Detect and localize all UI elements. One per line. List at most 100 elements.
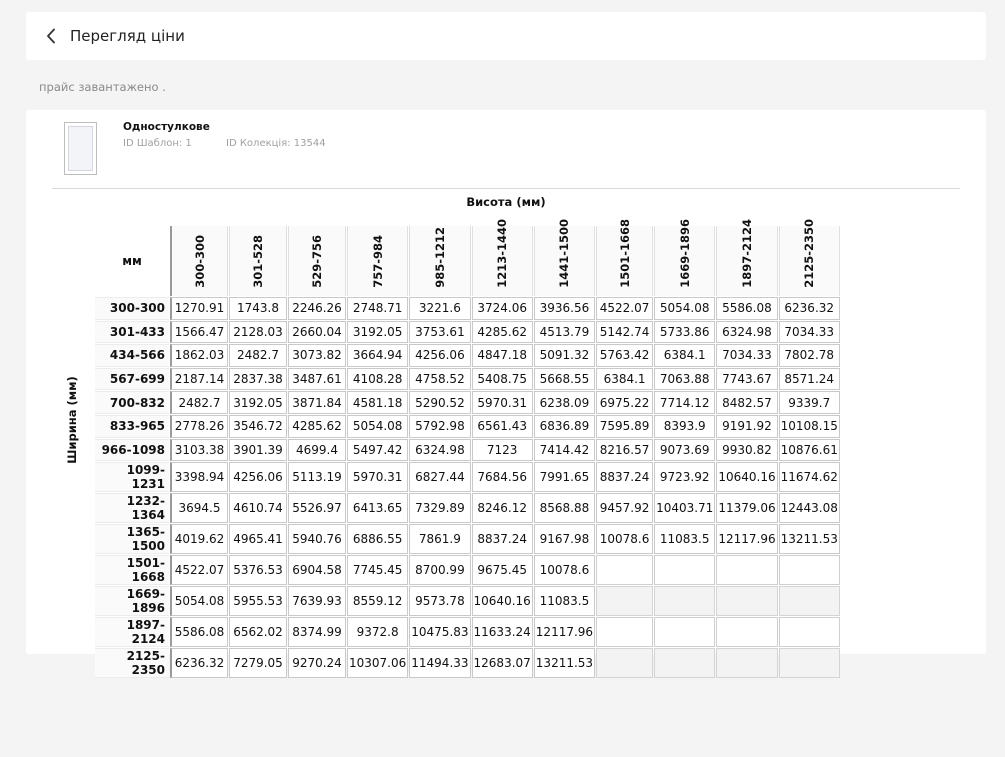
price-cell[interactable]: 8374.99 (288, 617, 346, 648)
price-cell[interactable]: 5940.76 (288, 524, 346, 555)
price-cell[interactable]: 5054.08 (347, 414, 409, 438)
price-cell[interactable]: 6236.32 (778, 297, 840, 320)
price-cell[interactable]: 3724.06 (471, 297, 533, 320)
price-cell[interactable]: 3103.38 (170, 438, 228, 462)
price-cell[interactable]: 9073.69 (654, 438, 716, 462)
price-cell[interactable]: 2482.7 (170, 391, 228, 414)
empty-price-cell[interactable] (654, 617, 716, 648)
price-cell[interactable]: 8568.88 (533, 493, 596, 524)
price-cell[interactable]: 11083.5 (533, 586, 596, 617)
price-cell[interactable]: 12117.96 (716, 524, 778, 555)
price-cell[interactable]: 3694.5 (170, 493, 228, 524)
price-cell[interactable]: 5586.08 (170, 617, 228, 648)
price-cell[interactable]: 1743.8 (229, 297, 287, 320)
price-cell[interactable]: 3487.61 (288, 367, 346, 391)
price-cell[interactable]: 4581.18 (347, 391, 409, 414)
price-cell[interactable]: 4522.07 (170, 555, 228, 586)
price-cell[interactable]: 7684.56 (471, 462, 533, 493)
price-cell[interactable]: 7743.67 (716, 367, 778, 391)
price-cell[interactable]: 9372.8 (347, 617, 409, 648)
price-cell[interactable]: 6413.65 (347, 493, 409, 524)
price-cell[interactable]: 4965.41 (229, 524, 287, 555)
price-cell[interactable]: 4256.06 (409, 344, 471, 367)
price-cell[interactable]: 7991.65 (533, 462, 596, 493)
price-cell[interactable]: 8837.24 (596, 462, 654, 493)
price-cell[interactable]: 6904.58 (288, 555, 346, 586)
price-cell[interactable]: 8571.24 (778, 367, 840, 391)
price-cell[interactable]: 8393.9 (654, 414, 716, 438)
price-cell[interactable]: 2187.14 (170, 367, 228, 391)
price-cell[interactable]: 8216.57 (596, 438, 654, 462)
price-cell[interactable]: 2128.03 (229, 320, 287, 344)
price-cell[interactable]: 9167.98 (533, 524, 596, 555)
price-cell[interactable]: 1270.91 (170, 297, 228, 320)
price-cell[interactable]: 8482.57 (716, 391, 778, 414)
price-cell[interactable]: 4513.79 (533, 320, 596, 344)
price-cell[interactable]: 2246.26 (288, 297, 346, 320)
price-cell[interactable]: 7595.89 (596, 414, 654, 438)
price-cell[interactable]: 2748.71 (347, 297, 409, 320)
price-cell[interactable]: 7639.93 (288, 586, 346, 617)
price-cell[interactable]: 5408.75 (471, 367, 533, 391)
price-cell[interactable]: 13211.53 (778, 524, 840, 555)
price-cell[interactable]: 6836.89 (533, 414, 596, 438)
price-cell[interactable]: 3936.56 (533, 297, 596, 320)
empty-price-cell[interactable] (596, 617, 654, 648)
price-cell[interactable]: 5763.42 (596, 344, 654, 367)
price-cell[interactable]: 7123 (471, 438, 533, 462)
price-cell[interactable]: 3753.61 (409, 320, 471, 344)
price-cell[interactable]: 6827.44 (409, 462, 471, 493)
price-cell[interactable]: 5668.55 (533, 367, 596, 391)
price-cell[interactable]: 5091.32 (533, 344, 596, 367)
price-cell[interactable]: 5970.31 (471, 391, 533, 414)
price-cell[interactable]: 6561.43 (471, 414, 533, 438)
empty-price-cell[interactable] (778, 586, 840, 617)
back-button[interactable] (42, 27, 60, 45)
price-cell[interactable]: 5376.53 (229, 555, 287, 586)
empty-price-cell[interactable] (654, 586, 716, 617)
price-cell[interactable]: 3192.05 (347, 320, 409, 344)
price-cell[interactable]: 8246.12 (471, 493, 533, 524)
empty-price-cell[interactable] (716, 555, 778, 586)
price-cell[interactable]: 6384.1 (654, 344, 716, 367)
price-cell[interactable]: 10876.61 (778, 438, 840, 462)
price-cell[interactable]: 3192.05 (229, 391, 287, 414)
price-cell[interactable]: 9723.92 (654, 462, 716, 493)
price-cell[interactable]: 11674.62 (778, 462, 840, 493)
price-cell[interactable]: 6975.22 (596, 391, 654, 414)
price-cell[interactable]: 9191.92 (716, 414, 778, 438)
price-cell[interactable]: 9930.82 (716, 438, 778, 462)
price-cell[interactable]: 8837.24 (471, 524, 533, 555)
price-cell[interactable]: 10403.71 (654, 493, 716, 524)
price-cell[interactable]: 8559.12 (347, 586, 409, 617)
price-cell[interactable]: 4256.06 (229, 462, 287, 493)
price-cell[interactable]: 7329.89 (409, 493, 471, 524)
price-cell[interactable]: 4522.07 (596, 297, 654, 320)
price-cell[interactable]: 6562.02 (229, 617, 287, 648)
price-cell[interactable]: 10640.16 (716, 462, 778, 493)
price-cell[interactable]: 7279.05 (229, 648, 287, 679)
price-cell[interactable]: 8700.99 (409, 555, 471, 586)
price-cell[interactable]: 10640.16 (471, 586, 533, 617)
price-cell[interactable]: 6384.1 (596, 367, 654, 391)
empty-price-cell[interactable] (778, 648, 840, 679)
price-cell[interactable]: 12683.07 (471, 648, 533, 679)
price-cell[interactable]: 5970.31 (347, 462, 409, 493)
price-cell[interactable]: 2660.04 (288, 320, 346, 344)
price-cell[interactable]: 5733.86 (654, 320, 716, 344)
price-cell[interactable]: 13211.53 (533, 648, 596, 679)
empty-price-cell[interactable] (716, 648, 778, 679)
price-cell[interactable]: 7745.45 (347, 555, 409, 586)
price-cell[interactable]: 2778.26 (170, 414, 228, 438)
price-cell[interactable]: 11379.06 (716, 493, 778, 524)
price-cell[interactable]: 4019.62 (170, 524, 228, 555)
price-cell[interactable]: 3546.72 (229, 414, 287, 438)
price-cell[interactable]: 4847.18 (471, 344, 533, 367)
price-cell[interactable]: 6238.09 (533, 391, 596, 414)
price-cell[interactable]: 1862.03 (170, 344, 228, 367)
price-cell[interactable]: 9573.78 (409, 586, 471, 617)
price-cell[interactable]: 3221.6 (409, 297, 471, 320)
empty-price-cell[interactable] (716, 586, 778, 617)
price-cell[interactable]: 11494.33 (409, 648, 471, 679)
price-cell[interactable]: 12117.96 (533, 617, 596, 648)
